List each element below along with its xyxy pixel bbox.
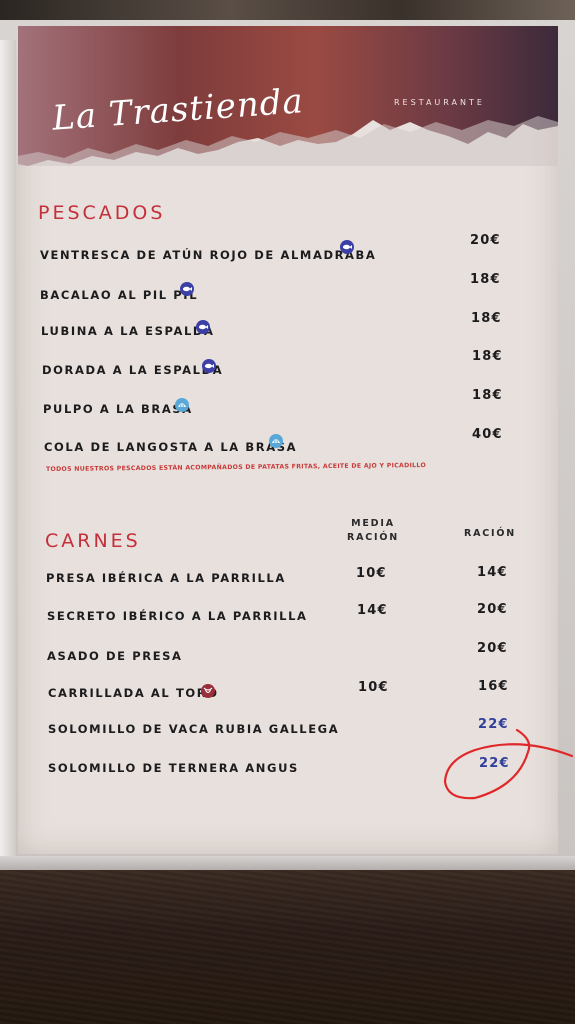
menu-item-name: SOLOMILLO DE TERNERA ANGUS	[48, 761, 299, 775]
shell-icon	[175, 398, 189, 412]
fish-icon	[202, 359, 216, 373]
menu-item-price-racion: 22€	[478, 717, 509, 732]
menu-item-name: ASADO DE PRESA	[47, 649, 183, 663]
menu-item-price-racion: 22€	[479, 756, 510, 771]
menu-sheet: La Trastienda RESTAURANTE PESCADOS VENTR…	[18, 26, 558, 854]
section-title-pescados: PESCADOS	[38, 202, 166, 224]
column-header-media: MEDIA	[351, 518, 395, 529]
menu-item-name: CARRILLADA AL TORO	[48, 686, 219, 700]
menu-item-price-racion: 16€	[478, 679, 509, 694]
column-header-racion-small: RACIÓN	[346, 532, 399, 543]
menu-item-name: PRESA IBÉRICA A LA PARRILLA	[46, 571, 286, 585]
menu-item-price: 18€	[471, 311, 502, 326]
fish-icon	[196, 320, 210, 334]
menu-item-price: 18€	[470, 272, 501, 287]
menu-item-name: PULPO A LA BRASA	[43, 402, 193, 416]
fish-icon	[340, 240, 354, 254]
section-title-carnes: CARNES	[45, 530, 141, 552]
menu-item-price: 18€	[472, 388, 503, 403]
menu-item-name: BACALAO AL PIL PIL	[40, 288, 199, 302]
menu-item-price-media: 10€	[356, 566, 387, 581]
pescados-note: TODOS NUESTROS PESCADOS ESTÁN ACOMPAÑADO…	[45, 462, 427, 473]
menu-item-name: LUBINA A LA ESPALDA	[41, 324, 215, 338]
menu-item-price-media: 10€	[358, 680, 389, 695]
shell-icon	[269, 434, 283, 448]
restaurant-subtitle: RESTAURANTE	[394, 98, 485, 107]
column-header-racion: RACIÓN	[463, 528, 516, 539]
menu-item-name: VENTRESCA DE ATÚN ROJO DE ALMADRABA	[40, 248, 377, 262]
wooden-table	[0, 870, 575, 1024]
fish-icon	[180, 282, 194, 296]
menu-item-price: 40€	[472, 427, 503, 442]
menu-item-price: 18€	[472, 349, 503, 364]
menu-item-name: DORADA A LA ESPALDA	[42, 363, 224, 377]
bull-icon	[201, 684, 215, 698]
menu-item-price-media: 14€	[357, 603, 388, 618]
column-header-media-racion: MEDIA RACIÓN	[340, 518, 406, 543]
menu-item-price-racion: 20€	[477, 602, 508, 617]
menu-item-name: COLA DE LANGOSTA A LA BRASA	[44, 440, 298, 454]
menu-item-name: SECRETO IBÉRICO A LA PARRILLA	[47, 609, 308, 623]
menu-item-price-racion: 14€	[477, 565, 508, 580]
menu-item-price: 20€	[470, 233, 501, 248]
menu-item-name: SOLOMILLO DE VACA RUBIA GALLEGA	[48, 722, 340, 736]
menu-item-price-racion: 20€	[477, 641, 508, 656]
folder-spine	[0, 40, 16, 860]
